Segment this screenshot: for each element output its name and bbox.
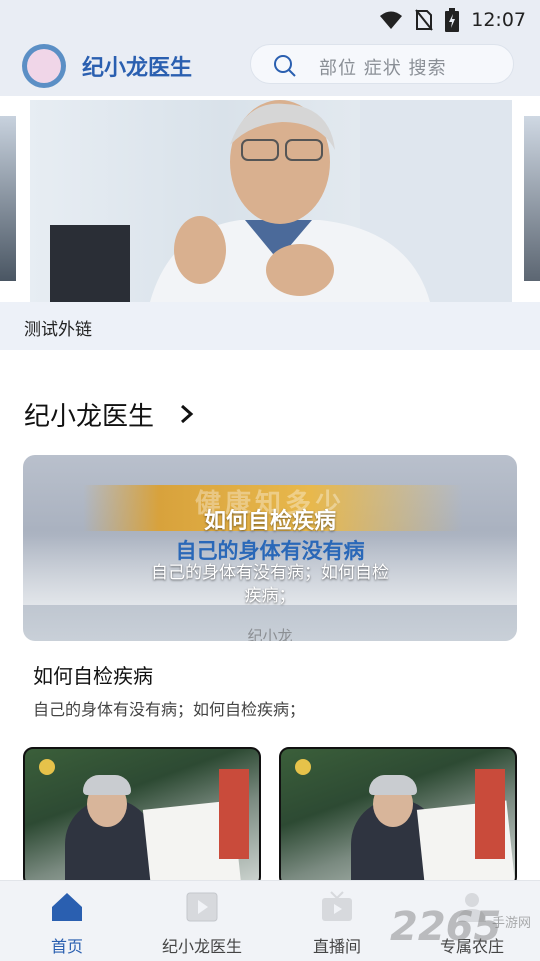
featured-title[interactable]: 如何自检疾病 [33, 660, 153, 689]
channel-logo-icon [295, 759, 311, 775]
thumbnail-side-banner [219, 769, 249, 859]
thumbnail-hair [369, 775, 417, 795]
site-watermark-sub: 手游网 [492, 916, 532, 931]
no-sim-icon [415, 9, 434, 31]
banner-carousel[interactable] [0, 96, 540, 302]
logo-emblem [27, 49, 61, 83]
site-watermark: 2265 [390, 904, 502, 950]
nav-label: 直播间 [312, 937, 361, 956]
featured-overlay-title: 如何自检疾病 [203, 509, 336, 534]
status-bar: 12:07 [0, 0, 540, 38]
tv-icon [322, 891, 352, 921]
thumbnail-side-banner [475, 769, 505, 859]
video-thumbnail[interactable] [279, 747, 517, 887]
chevron-right-icon[interactable] [180, 404, 194, 424]
doctor-photo [50, 100, 512, 302]
status-time: 12:07 [471, 9, 526, 31]
nav-label: 纪小龙医生 [161, 937, 242, 956]
section-title[interactable]: 纪小龙医生 [24, 396, 154, 433]
featured-desc: 自己的身体有没有病；如何自检疾病； [33, 700, 306, 719]
home-icon [52, 893, 82, 921]
featured-video-card[interactable]: 健康知多少 自己的身体有没有病 纪小龙 如何自检疾病 自己的身体有没有病；如何自… [23, 455, 517, 641]
carousel-prev-slide [0, 116, 16, 281]
banner-image[interactable] [30, 100, 512, 302]
featured-overlay-desc: 自己的身体有没有病；如何自检疾病； [151, 563, 389, 606]
banner-caption-bar[interactable]: 测试外链 [0, 302, 540, 350]
carousel-next-slide [524, 116, 540, 281]
film-icon [186, 892, 218, 922]
video-thumbnail[interactable] [23, 747, 261, 887]
wifi-icon [380, 11, 403, 29]
thumbnail-hair [83, 775, 131, 795]
app-logo[interactable] [22, 44, 66, 88]
banner-caption: 测试外链 [24, 320, 92, 340]
image-name-text: 纪小龙 [247, 627, 293, 641]
nav-home[interactable]: 首页 [7, 891, 127, 957]
image-subheading: 自己的身体有没有病 [175, 539, 365, 563]
app-title: 纪小龙医生 [82, 56, 193, 81]
search-icon [274, 55, 296, 77]
channel-logo-icon [39, 759, 55, 775]
nav-label: 首页 [50, 937, 83, 956]
battery-icon [445, 8, 460, 32]
nav-live[interactable]: 直播间 [277, 891, 397, 957]
nav-doctor[interactable]: 纪小龙医生 [142, 891, 262, 957]
status-icons: 12:07 [379, 8, 526, 32]
search-bar[interactable]: 部位 症状 搜索 [250, 44, 514, 84]
search-placeholder: 部位 症状 搜索 [319, 58, 447, 79]
app-header: 纪小龙医生 部位 症状 搜索 [0, 38, 540, 96]
